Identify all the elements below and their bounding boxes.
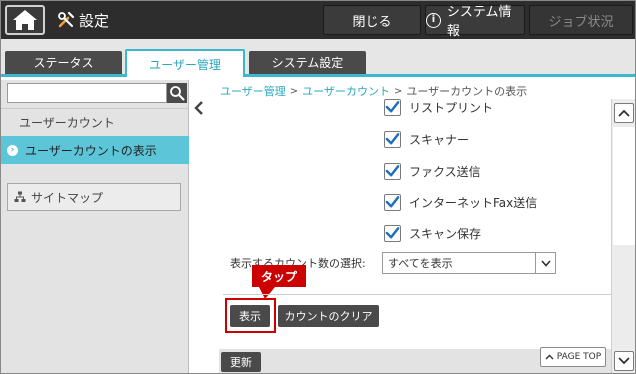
checkbox-row-list-print[interactable]: リストプリント bbox=[384, 96, 493, 118]
top-bar: 設定 閉じる i システム情報 ジョブ状況 bbox=[1, 1, 635, 39]
display-button[interactable]: 表示 bbox=[230, 305, 270, 327]
sidebar-item-user-count-display[interactable]: › ユーザーカウントの表示 bbox=[1, 136, 189, 164]
tap-callout: タップ bbox=[252, 265, 306, 287]
search-icon bbox=[170, 86, 185, 101]
sidebar-item-user-count-label: ユーザーカウント bbox=[19, 116, 115, 130]
page-top-button[interactable]: PAGE TOP bbox=[540, 347, 606, 367]
scroll-thumb[interactable] bbox=[613, 127, 635, 245]
tools-icon bbox=[58, 11, 75, 28]
screen-frame: 設定 閉じる i システム情報 ジョブ状況 ステータス ユーザー管理 システム設… bbox=[0, 0, 636, 374]
collapse-sidebar-button[interactable] bbox=[191, 97, 207, 119]
checkbox-label: スキャナー bbox=[409, 132, 470, 147]
scroll-up-button[interactable] bbox=[614, 103, 634, 123]
tab-system-settings-label: システム設定 bbox=[271, 56, 344, 70]
update-button[interactable]: 更新 bbox=[221, 352, 261, 372]
search-button[interactable] bbox=[167, 83, 187, 103]
tab-bar: ステータス ユーザー管理 システム設定 bbox=[1, 39, 635, 77]
divider bbox=[223, 294, 619, 295]
chevron-up-icon bbox=[545, 354, 554, 360]
checkbox-label: リストプリント bbox=[409, 100, 494, 115]
tab-status-label: ステータス bbox=[33, 56, 94, 70]
clear-count-button[interactable]: カウントのクリア bbox=[278, 305, 379, 327]
tab-status[interactable]: ステータス bbox=[5, 51, 122, 74]
tab-system-settings[interactable]: システム設定 bbox=[249, 51, 366, 74]
checkbox-scanner[interactable] bbox=[384, 130, 401, 148]
checkbox-scan-save[interactable] bbox=[384, 224, 401, 242]
checkbox-label: スキャン保存 bbox=[409, 226, 482, 241]
count-select-dropdown[interactable]: すべてを表示 bbox=[382, 252, 556, 274]
search-input[interactable] bbox=[7, 83, 167, 103]
tab-user-management-label: ユーザー管理 bbox=[149, 57, 221, 72]
count-select-value: すべてを表示 bbox=[388, 257, 453, 270]
job-status-button[interactable]: ジョブ状況 bbox=[529, 5, 633, 35]
sitemap-icon bbox=[14, 191, 26, 202]
checkmark-icon bbox=[385, 196, 400, 208]
checkbox-fax-send[interactable] bbox=[384, 162, 401, 180]
chevron-right-icon: › bbox=[7, 144, 18, 156]
chevron-down-icon bbox=[618, 357, 630, 365]
settings-title: 設定 bbox=[57, 9, 109, 31]
settings-title-text: 設定 bbox=[79, 11, 110, 30]
home-button[interactable] bbox=[5, 5, 45, 35]
job-status-label: ジョブ状況 bbox=[548, 14, 614, 30]
sidebar-item-user-count-display-label: ユーザーカウントの表示 bbox=[25, 143, 157, 158]
checkbox-list-print[interactable] bbox=[384, 98, 401, 116]
checkbox-row-internet-fax[interactable]: インターネットFax送信 bbox=[384, 191, 537, 213]
checkmark-icon bbox=[385, 227, 400, 239]
breadcrumb-separator: > bbox=[393, 85, 403, 97]
checkbox-row-scanner[interactable]: スキャナー bbox=[384, 128, 469, 150]
chevron-down-icon bbox=[535, 253, 555, 273]
scroll-down-button[interactable] bbox=[614, 351, 634, 371]
sidebar-item-user-count[interactable]: ユーザーカウント bbox=[1, 108, 189, 136]
sidebar: ユーザーカウント › ユーザーカウントの表示 サイトマップ bbox=[1, 80, 189, 373]
checkmark-icon bbox=[385, 133, 400, 145]
info-icon: i bbox=[426, 12, 441, 28]
home-icon bbox=[13, 10, 37, 30]
checkbox-internet-fax[interactable] bbox=[384, 193, 401, 211]
sitemap-label: サイトマップ bbox=[31, 190, 104, 205]
tab-user-management[interactable]: ユーザー管理 bbox=[125, 49, 245, 77]
checkbox-label: インターネットFax送信 bbox=[409, 195, 538, 210]
breadcrumb-user-count[interactable]: ユーザーカウント bbox=[302, 83, 390, 99]
checkmark-icon bbox=[385, 101, 400, 113]
main-content: リストプリント スキャナー ファクス送信 インターネットFax送信 スキャン保存 bbox=[211, 98, 619, 373]
chevron-left-icon bbox=[194, 101, 203, 115]
close-button-label: 閉じる bbox=[352, 14, 392, 30]
breadcrumb-separator: > bbox=[289, 85, 299, 97]
sitemap-button[interactable]: サイトマップ bbox=[7, 183, 181, 211]
checkbox-label: ファクス送信 bbox=[409, 164, 481, 179]
scrollbar[interactable] bbox=[611, 99, 635, 373]
close-button[interactable]: 閉じる bbox=[323, 5, 421, 35]
system-info-button[interactable]: i システム情報 bbox=[425, 5, 525, 39]
system-info-label: システム情報 bbox=[446, 5, 512, 39]
breadcrumb-user-management[interactable]: ユーザー管理 bbox=[220, 83, 286, 99]
checkmark-icon bbox=[385, 165, 400, 177]
page-top-label: PAGE TOP bbox=[556, 352, 602, 362]
checkbox-row-scan-save[interactable]: スキャン保存 bbox=[384, 222, 481, 244]
chevron-up-icon bbox=[618, 109, 630, 117]
checkbox-row-fax-send[interactable]: ファクス送信 bbox=[384, 160, 481, 182]
